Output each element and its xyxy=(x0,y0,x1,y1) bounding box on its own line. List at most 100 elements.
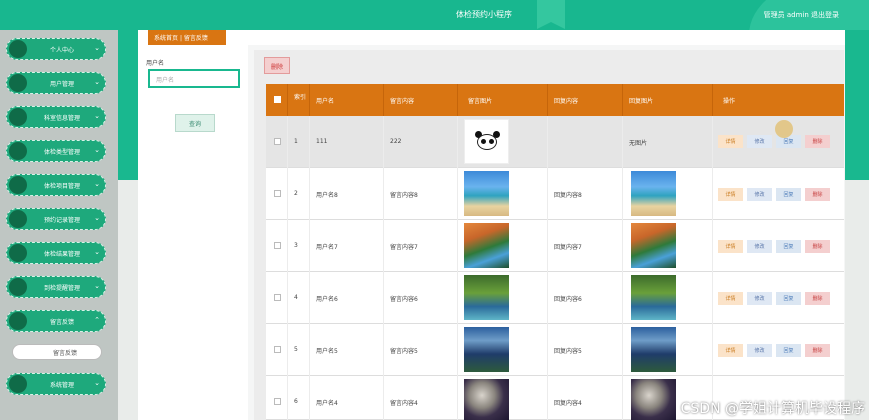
column-header-content: 留言内容 xyxy=(384,84,458,116)
menu-dot-icon xyxy=(9,244,27,262)
sidebar-item-user-management[interactable]: 用户管理 ⌄ xyxy=(6,72,106,94)
row-checkbox[interactable] xyxy=(266,324,288,376)
mouse-cursor-highlight xyxy=(775,120,793,138)
spring-image[interactable] xyxy=(464,275,509,320)
detail-button[interactable]: 详情 xyxy=(718,292,743,305)
edit-button[interactable]: 修改 xyxy=(747,344,772,357)
table-row[interactable]: 5 用户名5 留言内容5 回复内容5 详情 修改 回复 删除 xyxy=(266,324,844,376)
cell-reply-image xyxy=(623,220,713,272)
bookmark-icon xyxy=(537,0,565,29)
sidebar-item-label: 系统管理 xyxy=(49,382,74,389)
sidebar-item-label: 体检类型管理 xyxy=(43,149,80,156)
batch-delete-button[interactable]: 删除 xyxy=(264,57,290,74)
top-bar: 体检预约小程序 管理员 admin 退出登录 xyxy=(0,0,869,90)
row-checkbox[interactable] xyxy=(266,272,288,324)
autumn-image[interactable] xyxy=(631,223,676,268)
delete-button[interactable]: 删除 xyxy=(805,292,830,305)
delete-button[interactable]: 删除 xyxy=(805,240,830,253)
moon-image[interactable] xyxy=(464,379,509,420)
delete-button[interactable]: 删除 xyxy=(805,135,830,148)
spring-image[interactable] xyxy=(631,275,676,320)
menu-dot-icon xyxy=(9,375,27,393)
row-checkbox[interactable] xyxy=(266,376,288,420)
search-input[interactable]: 用户名 xyxy=(148,69,240,88)
row-checkbox[interactable] xyxy=(266,220,288,272)
moon-image[interactable] xyxy=(631,379,676,420)
detail-button[interactable]: 详情 xyxy=(718,240,743,253)
select-all-checkbox[interactable] xyxy=(266,84,288,116)
cell-reply: 回复内容6 xyxy=(548,272,623,324)
reply-button[interactable]: 回复 xyxy=(776,188,801,201)
sidebar-item-personal-center[interactable]: 个人中心 ⌄ xyxy=(6,38,106,60)
edit-button[interactable]: 修改 xyxy=(747,292,772,305)
sidebar-item-label: 体检项目管理 xyxy=(43,183,80,190)
cell-reply: 回复内容8 xyxy=(548,168,623,220)
cell-index: 4 xyxy=(288,272,310,324)
sidebar-item-feedback[interactable]: 留言反馈 ⌃ xyxy=(6,310,106,332)
cell-reply-image xyxy=(623,324,713,376)
admin-logout[interactable]: 管理员 admin 退出登录 xyxy=(764,10,839,20)
sidebar-item-system[interactable]: 系统管理 ⌄ xyxy=(6,373,106,395)
cell-actions: 详情 修改 回复 删除 xyxy=(713,220,844,272)
edit-button[interactable]: 修改 xyxy=(747,135,772,148)
cell-reply-image xyxy=(623,272,713,324)
menu-dot-icon xyxy=(9,176,27,194)
cell-content: 留言内容5 xyxy=(384,324,458,376)
sidebar-item-label: 到检提醒管理 xyxy=(43,285,80,292)
sidebar-subitem-feedback[interactable]: 留言反馈 xyxy=(12,344,102,360)
column-header-reply-image: 回复图片 xyxy=(623,84,713,116)
detail-button[interactable]: 详情 xyxy=(718,188,743,201)
row-checkbox[interactable] xyxy=(266,116,288,168)
sidebar-item-exam-result[interactable]: 体检结果管理 ⌄ xyxy=(6,242,106,264)
sidebar-item-reminder[interactable]: 到检提醒管理 ⌄ xyxy=(6,276,106,298)
panda-image[interactable] xyxy=(464,119,509,164)
cell-reply-image xyxy=(623,168,713,220)
search-label: 用户名 xyxy=(146,60,165,67)
beach-image[interactable] xyxy=(464,171,509,216)
sidebar-item-department[interactable]: 科室信息管理 ⌄ xyxy=(6,106,106,128)
table-header: 索引 用户名 留言内容 留言图片 回复内容 回复图片 操作 xyxy=(266,84,844,116)
autumn-image[interactable] xyxy=(464,223,509,268)
cell-content: 留言内容8 xyxy=(384,168,458,220)
reply-button[interactable]: 回复 xyxy=(776,292,801,305)
waterfall-image[interactable] xyxy=(631,327,676,372)
reply-button[interactable]: 回复 xyxy=(776,344,801,357)
edit-button[interactable]: 修改 xyxy=(747,240,772,253)
sidebar-item-exam-type[interactable]: 体检类型管理 ⌄ xyxy=(6,140,106,162)
chevron-down-icon: ⌄ xyxy=(94,214,100,222)
cell-username: 用户名6 xyxy=(310,272,384,324)
menu-dot-icon xyxy=(9,74,27,92)
table-row[interactable]: 3 用户名7 留言内容7 回复内容7 详情 修改 回复 删除 xyxy=(266,220,844,272)
delete-button[interactable]: 删除 xyxy=(805,344,830,357)
breadcrumb: 系统首页 | 留言反馈 xyxy=(148,30,226,45)
sidebar-subitem-label: 留言反馈 xyxy=(53,350,78,357)
sidebar-item-label: 体检结果管理 xyxy=(43,251,80,258)
table-row[interactable]: 1 111 222 无图片 详情 修改 回复 删除 xyxy=(266,116,844,168)
detail-button[interactable]: 详情 xyxy=(718,135,743,148)
reply-button[interactable]: 回复 xyxy=(776,240,801,253)
checkbox-icon xyxy=(274,398,281,405)
table-row[interactable]: 2 用户名8 留言内容8 回复内容8 详情 修改 回复 删除 xyxy=(266,168,844,220)
query-button[interactable]: 查询 xyxy=(175,114,215,132)
breadcrumb-home[interactable]: 系统首页 xyxy=(154,35,178,42)
column-header-index: 索引 xyxy=(288,84,310,116)
cell-actions: 详情 修改 回复 删除 xyxy=(713,324,844,376)
cell-content: 留言内容6 xyxy=(384,272,458,324)
delete-button[interactable]: 删除 xyxy=(805,188,830,201)
menu-dot-icon xyxy=(9,312,27,330)
cell-index: 2 xyxy=(288,168,310,220)
beach-image[interactable] xyxy=(631,171,676,216)
table-row[interactable]: 4 用户名6 留言内容6 回复内容6 详情 修改 回复 删除 xyxy=(266,272,844,324)
sidebar-item-label: 用户管理 xyxy=(49,81,74,88)
sidebar-item-appointment[interactable]: 预约记录管理 ⌄ xyxy=(6,208,106,230)
breadcrumb-separator: | xyxy=(179,35,182,42)
sidebar-item-exam-item[interactable]: 体检项目管理 ⌄ xyxy=(6,174,106,196)
cell-actions: 详情 修改 回复 删除 xyxy=(713,168,844,220)
cell-image xyxy=(458,324,548,376)
row-checkbox[interactable] xyxy=(266,168,288,220)
checkbox-icon xyxy=(274,190,281,197)
waterfall-image[interactable] xyxy=(464,327,509,372)
chevron-down-icon: ⌄ xyxy=(94,78,100,86)
edit-button[interactable]: 修改 xyxy=(747,188,772,201)
detail-button[interactable]: 详情 xyxy=(718,344,743,357)
